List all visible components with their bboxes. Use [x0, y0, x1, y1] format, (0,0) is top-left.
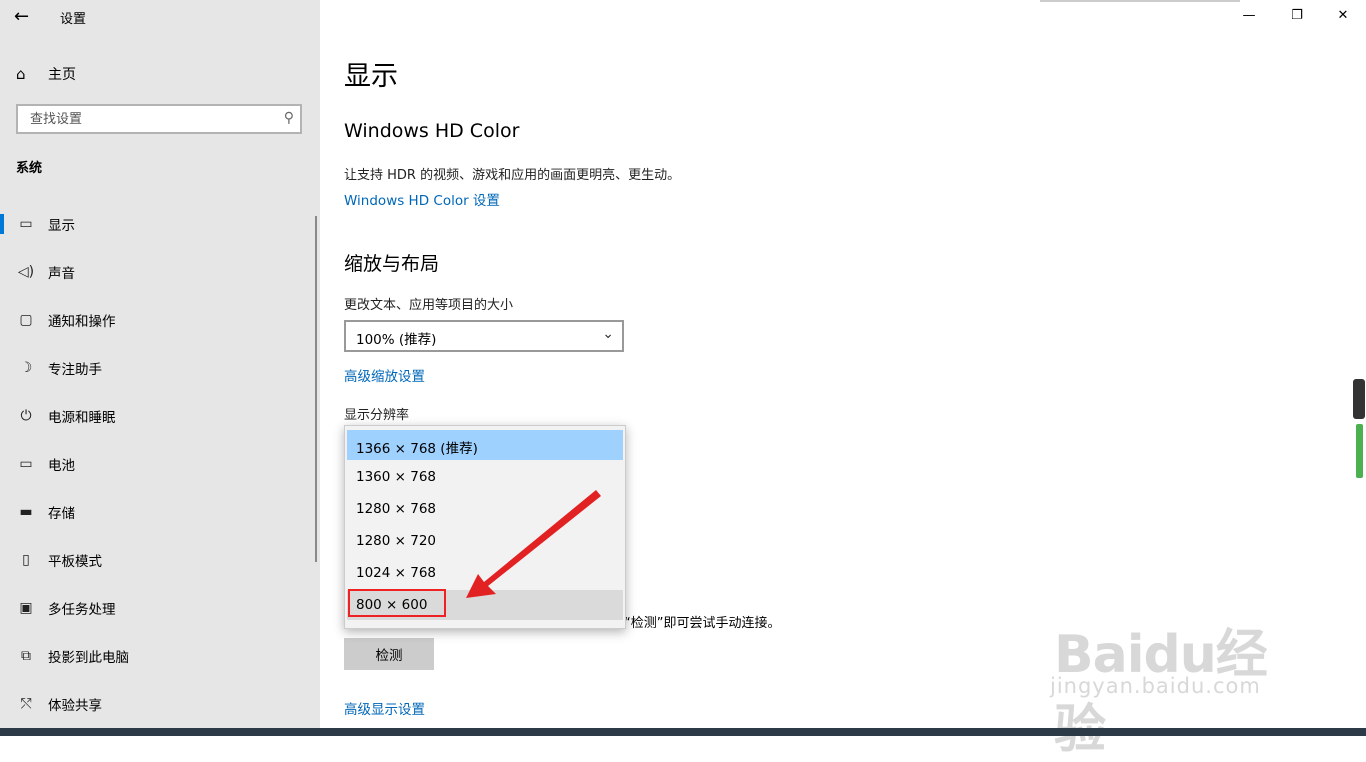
search-input[interactable]: [28, 111, 272, 128]
sidebar-item-notifications[interactable]: ▢ 通知和操作: [0, 300, 318, 340]
resolution-option[interactable]: 1360 × 768: [347, 462, 623, 492]
resolution-option-label: 1360 × 768: [356, 469, 437, 485]
search-icon: ⚲: [283, 110, 294, 126]
watermark-url: jingyan.baidu.com: [1050, 674, 1261, 698]
close-icon: ✕: [1337, 8, 1349, 23]
sidebar-item-label: 电池: [48, 458, 75, 474]
monitor-icon: ▭: [19, 216, 33, 232]
sidebar-item-display[interactable]: ▭ 显示: [0, 204, 318, 244]
sidebar-item-label: 投影到此电脑: [48, 650, 129, 666]
sidebar-item-label: 通知和操作: [48, 314, 116, 330]
scale-select[interactable]: 100% (推荐) ⌄: [344, 320, 624, 352]
minimize-button[interactable]: —: [1234, 4, 1264, 28]
baidu-watermark: Baidu经验 jingyan.baidu.com: [1044, 586, 1314, 760]
sidebar-item-storage[interactable]: ▬ 存储: [0, 492, 318, 532]
detect-button[interactable]: 检测: [344, 638, 434, 670]
side-widget-level: [1356, 424, 1363, 478]
sidebar-item-sound[interactable]: ◁) 声音: [0, 252, 318, 292]
sidebar-item-label: 平板模式: [48, 554, 102, 570]
home-link[interactable]: ⌂ 主页: [16, 62, 306, 86]
moon-icon: ☽: [19, 360, 33, 376]
sidebar-item-project[interactable]: ⧉ 投影到此电脑: [0, 636, 318, 676]
power-icon: ⏻: [20, 408, 32, 424]
storage-icon: ▬: [19, 504, 33, 520]
back-button[interactable]: ←: [14, 6, 36, 28]
resolution-option[interactable]: 1024 × 768: [347, 558, 623, 588]
speaker-icon: ◁): [17, 264, 35, 280]
sidebar-item-label: 专注助手: [48, 362, 102, 378]
multitask-icon: ▣: [19, 600, 33, 616]
hd-color-description: 让支持 HDR 的视频、游戏和应用的画面更明亮、更生动。: [344, 168, 681, 183]
resolution-option-label: 1366 × 768 (推荐): [356, 441, 478, 457]
page-title: 显示: [344, 61, 398, 92]
resolution-option-label: 1024 × 768: [356, 565, 437, 581]
sidebar-item-label: 存储: [48, 506, 75, 522]
close-button[interactable]: ✕: [1328, 4, 1358, 28]
resolution-option-label: 1280 × 720: [356, 533, 437, 549]
sidebar: ← 设置 ⌂ 主页 ⚲ 系统 ▭ 显示 ◁) 声音 ▢ 通知和操作 ☽ 专注助手…: [0, 0, 320, 728]
battery-icon: ▭: [19, 456, 33, 472]
sidebar-item-label: 声音: [48, 266, 75, 282]
advanced-scaling-link[interactable]: 高级缩放设置: [344, 365, 425, 385]
resolution-option[interactable]: 1366 × 768 (推荐): [347, 430, 623, 460]
project-icon: ⧉: [21, 648, 31, 664]
sidebar-item-focus-assist[interactable]: ☽ 专注助手: [0, 348, 318, 388]
section-title: 系统: [16, 161, 43, 176]
scale-layout-heading: 缩放与布局: [344, 253, 440, 275]
resolution-option-label: 1280 × 768: [356, 501, 437, 517]
resolution-option[interactable]: 1280 × 768: [347, 494, 623, 524]
hd-color-heading: Windows HD Color: [344, 120, 520, 142]
sidebar-item-shared-experiences[interactable]: ⤲ 体验共享: [0, 684, 318, 724]
advanced-display-link[interactable]: 高级显示设置: [344, 698, 425, 718]
share-icon: ⤲: [20, 696, 32, 712]
sidebar-scrollbar[interactable]: [315, 216, 317, 562]
sidebar-item-label: 电源和睡眠: [48, 410, 116, 426]
taskbar: [0, 728, 1366, 736]
arrow-left-icon: ←: [14, 6, 30, 27]
sidebar-item-battery[interactable]: ▭ 电池: [0, 444, 318, 484]
home-label: 主页: [48, 67, 76, 83]
sidebar-item-label: 体验共享: [48, 698, 102, 714]
sidebar-item-tablet[interactable]: ▯ 平板模式: [0, 540, 318, 580]
notification-icon: ▢: [19, 312, 33, 328]
sidebar-item-label: 显示: [48, 218, 75, 234]
highlight-box: [348, 589, 446, 617]
detect-hint: “检测”即可尝试手动连接。: [624, 616, 781, 631]
scale-label: 更改文本、应用等项目的大小: [344, 298, 514, 313]
minimize-icon: —: [1242, 8, 1256, 23]
tablet-icon: ▯: [22, 552, 30, 568]
resolution-label: 显示分辨率: [344, 408, 410, 423]
resolution-option[interactable]: 1280 × 720: [347, 526, 623, 556]
chevron-down-icon: ⌄: [602, 326, 614, 342]
restore-icon: ❐: [1291, 8, 1303, 23]
hd-color-settings-link[interactable]: Windows HD Color 设置: [344, 189, 500, 209]
side-widget[interactable]: [1353, 379, 1365, 419]
scale-value: 100% (推荐): [356, 332, 437, 348]
sidebar-item-multitasking[interactable]: ▣ 多任务处理: [0, 588, 318, 628]
sidebar-item-label: 多任务处理: [48, 602, 116, 618]
sidebar-item-power[interactable]: ⏻ 电源和睡眠: [0, 396, 318, 436]
maximize-button[interactable]: ❐: [1282, 4, 1312, 28]
search-box[interactable]: ⚲: [16, 104, 302, 134]
window-title: 设置: [60, 12, 87, 27]
home-icon: ⌂: [16, 65, 26, 83]
